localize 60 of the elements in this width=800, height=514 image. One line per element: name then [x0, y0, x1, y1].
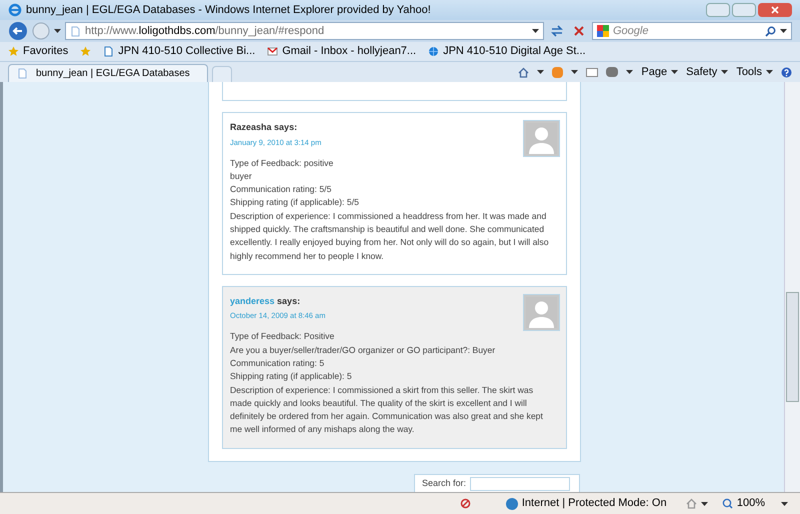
home-icon	[518, 66, 530, 78]
search-label: Search for:	[422, 476, 466, 490]
menu-button[interactable]: Tools	[736, 64, 773, 80]
comment-text: Are you a buyer/seller/trader/GO organizer or GO participant?: Buyer	[230, 344, 496, 357]
window-title: bunny_jean | EGL/EGA Databases - Windows Internet Explorer provided by Yahoo!	[26, 2, 432, 18]
address-field[interactable]: http://www.loligothdbs.com/bunny_jean/#respond	[65, 22, 544, 40]
home-icon	[686, 498, 697, 509]
caret-icon[interactable]	[721, 70, 728, 74]
search-input[interactable]: Google	[613, 22, 761, 40]
caret-icon[interactable]	[54, 29, 61, 33]
caret-icon[interactable]	[626, 70, 634, 74]
favorite-link[interactable]: Gmail - Inbox - hollyjean7...	[267, 43, 416, 60]
author-name: Razeasha	[230, 122, 272, 132]
says-label: says:	[277, 296, 300, 306]
comment-text: buyer	[230, 170, 253, 183]
comment-text: Description of experience: I commissioned a skirt from this seller. The skirt was made quickly and looks beautiful. The quality of the skirt is excellent and I will definitely be ordered from her again. Communication was also great and she kept me well informed of any mishaps along the way.	[230, 384, 544, 436]
comment-text: Communication rating: 5	[230, 356, 326, 370]
close-icon	[771, 6, 779, 14]
caret-icon[interactable]	[671, 70, 678, 74]
avatar-icon	[523, 120, 560, 157]
zoom-button[interactable]: 100%	[722, 495, 788, 512]
caret-icon[interactable]	[537, 70, 544, 74]
security-zone-label: Internet | Protected Mode: On	[522, 496, 667, 512]
favorite-link[interactable]: JPN 410-510 Digital Age St...	[428, 43, 586, 60]
menu-button[interactable]: Page	[641, 64, 678, 80]
caret-icon[interactable]	[781, 502, 788, 506]
close-button[interactable]	[758, 3, 792, 17]
browser-logo-icon	[8, 3, 22, 17]
scrollbar-thumb[interactable]	[786, 292, 799, 402]
help-icon	[781, 66, 792, 78]
menu-button[interactable]: Safety	[686, 64, 728, 80]
page-icon	[17, 68, 28, 79]
says-label: says:	[274, 122, 298, 132]
page-icon	[70, 26, 81, 36]
comment-text: Communication rating: 5/5	[230, 183, 332, 196]
caret-icon[interactable]	[700, 502, 708, 506]
zoom-icon	[722, 498, 733, 509]
star-icon	[8, 46, 19, 57]
caret-icon[interactable]	[571, 70, 578, 74]
comment-text: Type of Feedback: positive	[230, 156, 334, 170]
comment-text: Type of Feedback: Positive	[230, 330, 336, 344]
search-field[interactable]	[470, 476, 570, 490]
star-icon	[80, 46, 92, 57]
search-field[interactable]: Google	[592, 22, 792, 40]
search-provider-icon	[597, 25, 609, 37]
favorite-link[interactable]: JPN 410-510 Collective Bi...	[103, 43, 256, 60]
caret-icon[interactable]	[766, 70, 773, 74]
search-icon[interactable]	[765, 26, 776, 36]
back-button[interactable]	[8, 21, 28, 41]
page-icon	[103, 46, 114, 57]
caret-icon[interactable]	[780, 29, 787, 33]
avatar-icon	[523, 294, 560, 331]
comment-text: Description of experience: I commissioned a headdress from her. It was made and shipped quickly. The craftsmanship is beautiful and well done. She communicated excellently. I really enjoyed buying from her. Not only will do so again, but I will also highly recommend her to people I know.	[230, 210, 550, 263]
scrollbar[interactable]	[784, 82, 800, 492]
browser-tab[interactable]: bunny_jean | EGL/EGA Databases	[8, 64, 208, 82]
blocked-icon	[460, 498, 471, 509]
favorites-button[interactable]: Favorites	[8, 43, 68, 60]
comment-text: Shipping rating (if applicable): 5/5	[230, 196, 360, 210]
comment-text: Shipping rating (if applicable): 5	[230, 370, 353, 384]
caret-icon[interactable]	[532, 29, 539, 33]
